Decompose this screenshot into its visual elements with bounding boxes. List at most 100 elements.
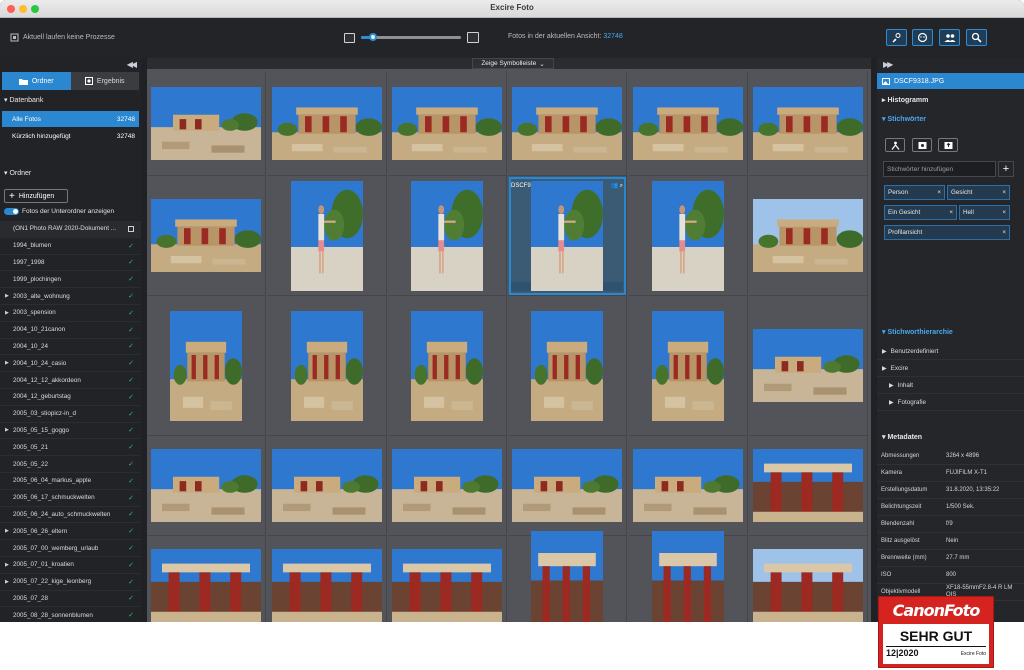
remove-keyword-icon[interactable]: × xyxy=(1002,189,1006,196)
photo-thumbnail-cell[interactable] xyxy=(629,530,748,622)
remove-keyword-icon[interactable]: × xyxy=(1002,229,1006,236)
photo-thumbnail-cell[interactable] xyxy=(508,71,627,176)
people-button[interactable] xyxy=(939,29,960,46)
photo-thumbnail-cell[interactable] xyxy=(749,71,868,176)
folder-row[interactable]: 2005_03_stiopicz-in_d ✓ xyxy=(0,406,141,423)
photo-thumbnail-cell[interactable] xyxy=(749,536,868,622)
photo-thumbnail-cell[interactable] xyxy=(629,71,748,176)
folder-row[interactable]: ▶ 2003_alte_wohnung ✓ xyxy=(0,288,141,305)
keywords-header[interactable]: ▾ Stichwörter xyxy=(882,115,926,123)
photo-thumbnail-cell[interactable] xyxy=(749,436,868,536)
remove-keyword-icon[interactable]: × xyxy=(1002,209,1006,216)
photo-thumbnail-cell[interactable] xyxy=(147,436,266,536)
subfolders-toggle[interactable] xyxy=(4,208,19,215)
photo-thumbnail-cell[interactable] xyxy=(268,176,387,296)
expand-arrow-icon[interactable]: ▶ xyxy=(5,310,10,316)
person-search-button[interactable] xyxy=(886,29,907,46)
folder-row[interactable]: ▶ 2005_05_15_goggo ✓ xyxy=(0,423,141,440)
database-section-header[interactable]: ▾ Datenbank xyxy=(4,96,43,104)
remove-keyword-icon[interactable]: × xyxy=(949,209,953,216)
photo-thumbnail-cell[interactable] xyxy=(388,71,507,176)
keyword-chip[interactable]: Hell × xyxy=(959,205,1010,220)
db-row-all-photos[interactable]: Alle Fotos 32748 xyxy=(2,111,139,127)
zoom-slider-knob[interactable] xyxy=(369,33,377,41)
tab-results[interactable]: Ergebnis xyxy=(70,72,139,90)
photo-thumbnail-cell[interactable] xyxy=(268,71,387,176)
tab-folders[interactable]: Ordner xyxy=(2,72,71,90)
folder-row[interactable]: ▶ 2003_spension ✓ xyxy=(0,305,141,322)
add-folder-button[interactable]: + Hinzufügen xyxy=(4,189,68,203)
folder-row[interactable]: 2004_10_24 ✓ xyxy=(0,339,141,356)
folder-row[interactable]: 2005_05_22 ✓ xyxy=(0,456,141,473)
photo-thumbnail-cell[interactable] xyxy=(508,530,627,622)
photo-thumbnail-cell[interactable] xyxy=(508,296,627,436)
expand-arrow-icon[interactable]: ▶ xyxy=(5,579,10,585)
photo-thumbnail-cell[interactable] xyxy=(508,436,627,536)
folder-row[interactable]: 2005_05_21 ✓ xyxy=(0,439,141,457)
magnifier-icon[interactable]: ⌕ xyxy=(620,183,623,189)
photo-thumbnail-cell[interactable] xyxy=(147,296,266,436)
folder-row[interactable]: ▶ 2005_07_22_kige_leonberg ✓ xyxy=(0,574,141,591)
hierarchy-row[interactable]: ▶ Inhalt xyxy=(877,378,1024,394)
zoom-slider[interactable] xyxy=(361,33,461,41)
expand-arrow-icon[interactable]: ▶ xyxy=(5,293,10,299)
file-title-bar[interactable]: DSCF9318.JPG xyxy=(877,73,1024,89)
folder-row[interactable]: 1994_blumen ✓ xyxy=(0,238,141,255)
keyword-input[interactable]: Stichwörter hinzufügen xyxy=(883,161,996,177)
folder-row[interactable]: 2005_06_24_auto_schmuckwelten ✓ xyxy=(0,507,141,524)
small-thumbnail-icon[interactable] xyxy=(344,32,355,43)
checkbox-icon[interactable] xyxy=(128,225,134,232)
folder-row[interactable]: (ON1 Photo RAW 2020-Dokument ... xyxy=(0,221,141,238)
folder-row[interactable]: ▶ 2004_10_24_casio ✓ xyxy=(0,355,141,373)
hierarchy-row[interactable]: ▶ Benutzerdefiniert xyxy=(877,344,1024,360)
face-button[interactable] xyxy=(912,29,933,46)
folder-row[interactable]: 1999_plochingen ✓ xyxy=(0,271,141,289)
photo-thumbnail-cell[interactable]: DSCF9318.JPG👥 ⌕ xyxy=(508,176,627,296)
folder-row[interactable]: ▶ 2005_06_26_eltern ✓ xyxy=(0,523,141,541)
folder-row[interactable]: 2004_10_21canon ✓ xyxy=(0,322,141,339)
folder-row[interactable]: 2005_07_28 ✓ xyxy=(0,591,141,608)
photo-thumbnail-cell[interactable] xyxy=(388,296,507,436)
folder-row[interactable]: 2005_08_28_sonnenblumen ✓ xyxy=(0,607,141,622)
expand-arrow-icon[interactable]: ▶ xyxy=(5,528,10,534)
photo-thumbnail-cell[interactable] xyxy=(388,176,507,296)
expand-arrow-icon[interactable]: ▶ xyxy=(5,360,10,366)
photo-thumbnail-cell[interactable] xyxy=(268,536,387,622)
hierarchy-header[interactable]: ▾ Stichworthierarchie xyxy=(882,328,953,336)
expand-arrow-icon[interactable]: ▶ xyxy=(5,562,10,568)
folder-row[interactable]: 2005_06_17_schmuckwelten ✓ xyxy=(0,490,141,507)
hierarchy-row[interactable]: ▶ Fotografie xyxy=(877,395,1024,411)
export-keyword-button[interactable] xyxy=(938,138,958,152)
folder-row[interactable]: ▶ 2005_07_01_kroatien ✓ xyxy=(0,557,141,574)
folder-row[interactable]: 2004_12_geburtstag ✓ xyxy=(0,389,141,406)
photo-thumbnail-cell[interactable] xyxy=(749,296,868,436)
import-keyword-button[interactable] xyxy=(912,138,932,152)
photo-thumbnail-cell[interactable] xyxy=(147,71,266,176)
photo-thumbnail-cell[interactable] xyxy=(629,176,748,296)
show-symbolbar-button[interactable]: Zeige Symbolleiste ⌄ xyxy=(472,58,554,69)
photo-thumbnail-cell[interactable] xyxy=(388,536,507,622)
photo-thumbnail-cell[interactable] xyxy=(388,436,507,536)
metadata-header[interactable]: ▾ Metadaten xyxy=(882,433,922,441)
photo-thumbnail-cell[interactable] xyxy=(147,176,266,296)
photo-thumbnail-cell[interactable] xyxy=(629,436,748,536)
photo-thumbnail-cell[interactable] xyxy=(629,296,748,436)
folder-row[interactable]: 2005_07_00_wemberg_urlaub ✓ xyxy=(0,540,141,557)
histogram-header[interactable]: ▸ Histogramm xyxy=(882,96,928,104)
folder-row[interactable]: 2005_06_04_markus_apple ✓ xyxy=(0,473,141,490)
folder-row[interactable]: 1997_1998 ✓ xyxy=(0,255,141,272)
folders-section-header[interactable]: ▾ Ordner xyxy=(4,169,31,177)
folder-row[interactable]: 2004_12_12_akkordeon ✓ xyxy=(0,372,141,389)
keyword-chip[interactable]: Gesicht × xyxy=(947,185,1010,200)
keyword-chip[interactable]: Profilansicht × xyxy=(884,225,1010,240)
photo-thumbnail-cell[interactable] xyxy=(147,536,266,622)
people-icon[interactable]: 👥 xyxy=(610,183,617,189)
hierarchy-row[interactable]: ▶ Excire xyxy=(877,361,1024,377)
person-keyword-button[interactable] xyxy=(885,138,905,152)
photo-thumbnail-cell[interactable] xyxy=(268,436,387,536)
keyword-chip[interactable]: Person × xyxy=(884,185,945,200)
keyword-chip[interactable]: Ein Gesicht × xyxy=(884,205,957,220)
add-keyword-button[interactable]: + xyxy=(998,161,1014,177)
photo-thumbnail-cell[interactable] xyxy=(268,296,387,436)
large-thumbnail-icon[interactable] xyxy=(467,32,479,43)
